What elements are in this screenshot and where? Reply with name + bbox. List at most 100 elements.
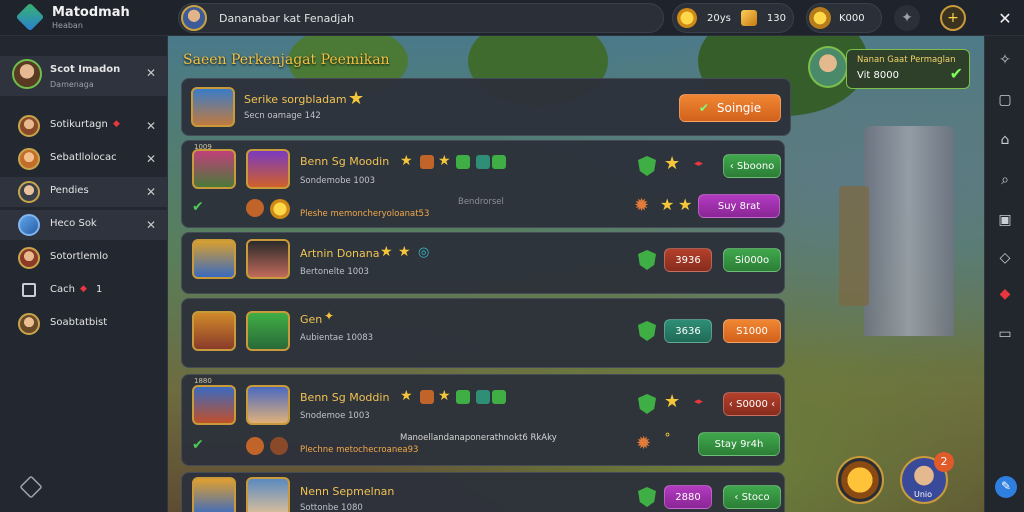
- sidebar-item-pendies[interactable]: Pendies ✕: [0, 177, 168, 207]
- add-icon[interactable]: +: [940, 5, 966, 31]
- ruby-icon[interactable]: ◆: [995, 284, 1015, 304]
- medal-pill[interactable]: K000: [806, 3, 882, 33]
- pin-icon[interactable]: ✦: [894, 5, 920, 31]
- sidebar-item-cach[interactable]: Cach ◆ 1: [0, 276, 168, 306]
- swirl-icon: ◎: [418, 245, 430, 260]
- close-icon[interactable]: ✕: [992, 5, 1018, 31]
- quest-card[interactable]: Nanan Gaat Permaglan Vit 8000 ✔: [846, 49, 970, 89]
- badge-icon: ✹: [634, 195, 650, 216]
- character-label: Unio: [914, 490, 933, 499]
- avatar: [18, 313, 40, 335]
- sword-icon: [18, 214, 40, 236]
- single-button[interactable]: ✔ Soingie: [679, 94, 781, 122]
- hero-portrait: [246, 239, 290, 279]
- row-sub: Aubientae 10083: [300, 333, 374, 343]
- close-icon[interactable]: ✕: [146, 218, 156, 232]
- header-card: Serike sorgbladam ★ Secn oamage 142 ✔ So…: [181, 78, 791, 136]
- row-sub: Sondemobe 1003: [300, 176, 376, 186]
- sidebar-item-sebatllolocac[interactable]: Sebatllolocac ✕: [0, 144, 168, 174]
- row-name: Nenn Sepmelnan: [300, 485, 395, 498]
- gem-count: 130: [766, 12, 786, 24]
- star-icon: ★: [380, 244, 393, 260]
- list-item[interactable]: 1880 Benn Sg Moddin ★ ★ Snodemoe 1003 ✔ …: [181, 374, 785, 466]
- search-bar[interactable]: [178, 3, 664, 33]
- action-button[interactable]: S1000: [723, 319, 781, 343]
- sidebar-item-profile[interactable]: Scot Imadon Damenaga ✕: [0, 56, 168, 96]
- app-subtitle: Heaban: [52, 21, 83, 30]
- stay-button[interactable]: Stay 9r4h: [698, 432, 780, 456]
- card-icon[interactable]: ▭: [995, 324, 1015, 344]
- close-icon[interactable]: ✕: [146, 119, 156, 133]
- home-icon[interactable]: ⌂: [995, 130, 1015, 150]
- currency-pill[interactable]: 20ys 130: [672, 3, 794, 33]
- score-badge[interactable]: 2880: [664, 485, 712, 509]
- list-item[interactable]: Gen ✦ Aubientae 10083 3636 S1000: [181, 298, 785, 368]
- search-input[interactable]: [219, 9, 649, 27]
- medal-count: K000: [839, 12, 865, 24]
- header-card-sub: Secn oamage 142: [244, 111, 321, 121]
- arrow-icon: ◂▸: [694, 397, 704, 407]
- score-button[interactable]: ‹ S0000 ‹: [723, 392, 781, 416]
- search-icon[interactable]: ⌕: [995, 170, 1015, 190]
- row-sub: Bertonelte 1003: [300, 267, 369, 277]
- coin-icon: [270, 199, 290, 219]
- user-avatar[interactable]: [181, 5, 207, 31]
- sidebar-item-sotikurtagn[interactable]: Sotikurtagn ◆ ✕: [0, 111, 168, 141]
- quest-title: Nanan Gaat Permaglan: [857, 55, 956, 65]
- diamond-icon[interactable]: ◇: [995, 248, 1015, 268]
- check-icon: ✔: [192, 199, 204, 215]
- image-icon[interactable]: ▣: [995, 210, 1015, 230]
- sidebar: Scot Imadon Damenaga ✕ Sotikurtagn ◆ ✕ S…: [0, 36, 168, 512]
- badge-icon: ✹: [636, 433, 652, 454]
- action-button[interactable]: ‹ Stoco: [723, 485, 781, 509]
- score-badge[interactable]: 3936: [664, 248, 712, 272]
- score-badge[interactable]: 3636: [664, 319, 712, 343]
- star-icon: ★: [660, 195, 675, 214]
- treasure-button[interactable]: [836, 456, 884, 504]
- row-note: Plechne metochecroanea93: [300, 445, 419, 455]
- single-button-label: Soingie: [716, 101, 762, 115]
- row-note-faint: Bendrorsel: [458, 197, 504, 207]
- sidebar-item-sotortlemlo[interactable]: Sotortlemlo: [0, 243, 168, 273]
- row-sub: Sottonbe 1080: [300, 503, 363, 512]
- list-item[interactable]: 1009 Benn Sg Moodin ★ ★ Sondemobe 1003 ✔…: [181, 140, 785, 228]
- action-button[interactable]: Si000o: [723, 248, 781, 272]
- gem-badge-icon: ◆: [80, 284, 87, 294]
- hero-portrait: [192, 239, 236, 279]
- edit-icon[interactable]: ✎: [995, 476, 1017, 498]
- star-icon: ★: [438, 388, 451, 404]
- close-icon[interactable]: ✕: [146, 152, 156, 166]
- star-icon: ★: [400, 153, 413, 169]
- quest-value: Vit 8000: [857, 70, 899, 81]
- hero-portrait: [192, 149, 236, 189]
- row-code: 1880: [194, 377, 212, 385]
- top-bar: Matodmah Heaban 20ys 130 K000 ✦ + ✕: [0, 0, 1024, 36]
- sidebar-item-label: Cach: [50, 284, 75, 295]
- medal-icon: [809, 7, 831, 29]
- close-icon[interactable]: ✕: [146, 66, 156, 80]
- hero-portrait: [246, 385, 290, 425]
- puzzle-icon[interactable]: ✧: [995, 50, 1015, 70]
- item-icon: [492, 155, 506, 169]
- list-item[interactable]: Nenn Sepmelnan Sottonbe 1080 2880 ‹ Stoc…: [181, 472, 785, 512]
- buy-button[interactable]: Suy 8rat: [698, 194, 780, 218]
- page-title: Saeen Perkenjagat Peemikan: [183, 52, 390, 68]
- shield-icon: [638, 250, 656, 270]
- avatar: [246, 199, 264, 217]
- cube-icon[interactable]: [19, 475, 43, 499]
- list-item[interactable]: Artnin Donana ★ ★ ◎ Bertonelte 1003 3936…: [181, 232, 785, 294]
- star-icon: ★: [664, 391, 681, 412]
- score-button[interactable]: ‹ Sboono: [723, 154, 781, 178]
- sidebar-item-heco-sok[interactable]: Heco Sok ✕: [0, 210, 168, 240]
- sidebar-item-label: Heco Sok: [50, 218, 97, 229]
- row-sub: Snodemoe 1003: [300, 411, 370, 421]
- book-icon[interactable]: ▢: [995, 90, 1015, 110]
- quest-giver-avatar[interactable]: [808, 46, 848, 88]
- shield-icon: [638, 394, 656, 414]
- row-note: Pleshe memoncheryoloanat53: [300, 209, 430, 219]
- sidebar-item-soabtatbist[interactable]: Soabtatbist: [0, 309, 168, 339]
- gem-icon: [740, 10, 757, 26]
- star-icon: ✦: [324, 309, 335, 323]
- close-icon[interactable]: ✕: [146, 185, 156, 199]
- arrow-icon: ◂▸: [694, 159, 704, 169]
